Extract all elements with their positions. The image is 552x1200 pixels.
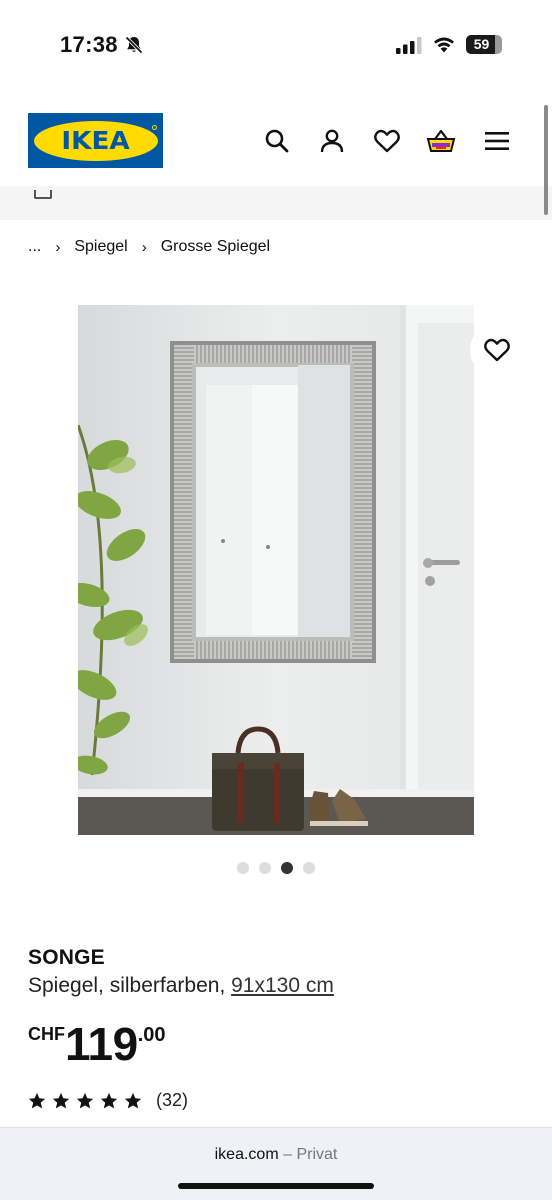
site-header: IKEA	[0, 100, 552, 185]
scrollbar[interactable]	[544, 105, 548, 215]
breadcrumb: ... › Spiegel › Grosse Spiegel	[28, 238, 270, 256]
breadcrumb-ellipsis[interactable]: ...	[28, 238, 41, 256]
price-decimal: .00	[137, 1024, 166, 1046]
search-icon	[265, 129, 289, 153]
status-time: 17:38	[60, 32, 118, 57]
ikea-logo[interactable]: IKEA	[28, 113, 163, 168]
star-icon	[100, 1092, 118, 1108]
account-button[interactable]	[317, 126, 347, 156]
menu-button[interactable]	[482, 126, 512, 156]
heart-icon	[374, 129, 400, 153]
add-to-favourites-button[interactable]	[470, 323, 524, 377]
product-description: Spiegel, silberfarben, 91x130 cm	[28, 974, 334, 998]
wifi-icon	[434, 37, 454, 53]
battery-icon: 59	[466, 35, 502, 54]
signal-icon	[396, 37, 422, 54]
search-button[interactable]	[262, 126, 292, 156]
browser-separator: –	[278, 1146, 297, 1163]
home-indicator[interactable]	[178, 1183, 374, 1189]
breadcrumb-item-spiegel[interactable]: Spiegel	[74, 238, 127, 256]
heart-icon	[484, 338, 510, 362]
user-icon	[320, 129, 344, 153]
product-size-link[interactable]: 91x130 cm	[231, 974, 334, 997]
gallery-pagination	[237, 862, 315, 874]
menu-icon	[485, 132, 509, 150]
price-integer: 119	[65, 1018, 138, 1070]
favourites-button[interactable]	[372, 126, 402, 156]
chevron-right-icon: ›	[141, 238, 147, 256]
browser-domain: ikea.com	[214, 1146, 279, 1163]
breadcrumb-item-grosse-spiegel[interactable]: Grosse Spiegel	[161, 238, 270, 256]
cart-icon	[426, 129, 456, 152]
store-bar	[0, 186, 552, 220]
browser-private-mode: Privat	[296, 1146, 338, 1163]
star-icon	[76, 1092, 94, 1108]
star-icon	[52, 1092, 70, 1108]
product-rating[interactable]: (32)	[28, 1090, 188, 1111]
price-currency: CHF	[28, 1024, 65, 1044]
browser-url[interactable]: ikea.com – Privat	[0, 1146, 552, 1164]
store-icon	[34, 190, 52, 199]
cart-button[interactable]	[426, 126, 456, 156]
logo-text: IKEA	[61, 126, 130, 155]
star-icon	[28, 1092, 46, 1108]
chevron-right-icon: ›	[55, 238, 61, 256]
rating-count: (32)	[156, 1090, 189, 1110]
product-photo	[78, 305, 474, 835]
product-type: Spiegel, silberfarben,	[28, 974, 232, 997]
battery-level: 59	[473, 36, 490, 52]
gallery-dot-active[interactable]	[281, 862, 293, 874]
gallery-dot[interactable]	[237, 862, 249, 874]
gallery-dot[interactable]	[259, 862, 271, 874]
product-image[interactable]	[78, 305, 474, 835]
browser-address-bar[interactable]: ikea.com – Privat	[0, 1127, 552, 1200]
status-bar: 17:38 59	[0, 0, 552, 90]
bell-slash-icon	[125, 36, 143, 54]
product-price: CHF 119 .00	[28, 1018, 166, 1070]
product-name: SONGE	[28, 946, 105, 969]
star-icon	[124, 1092, 142, 1108]
gallery-dot[interactable]	[303, 862, 315, 874]
